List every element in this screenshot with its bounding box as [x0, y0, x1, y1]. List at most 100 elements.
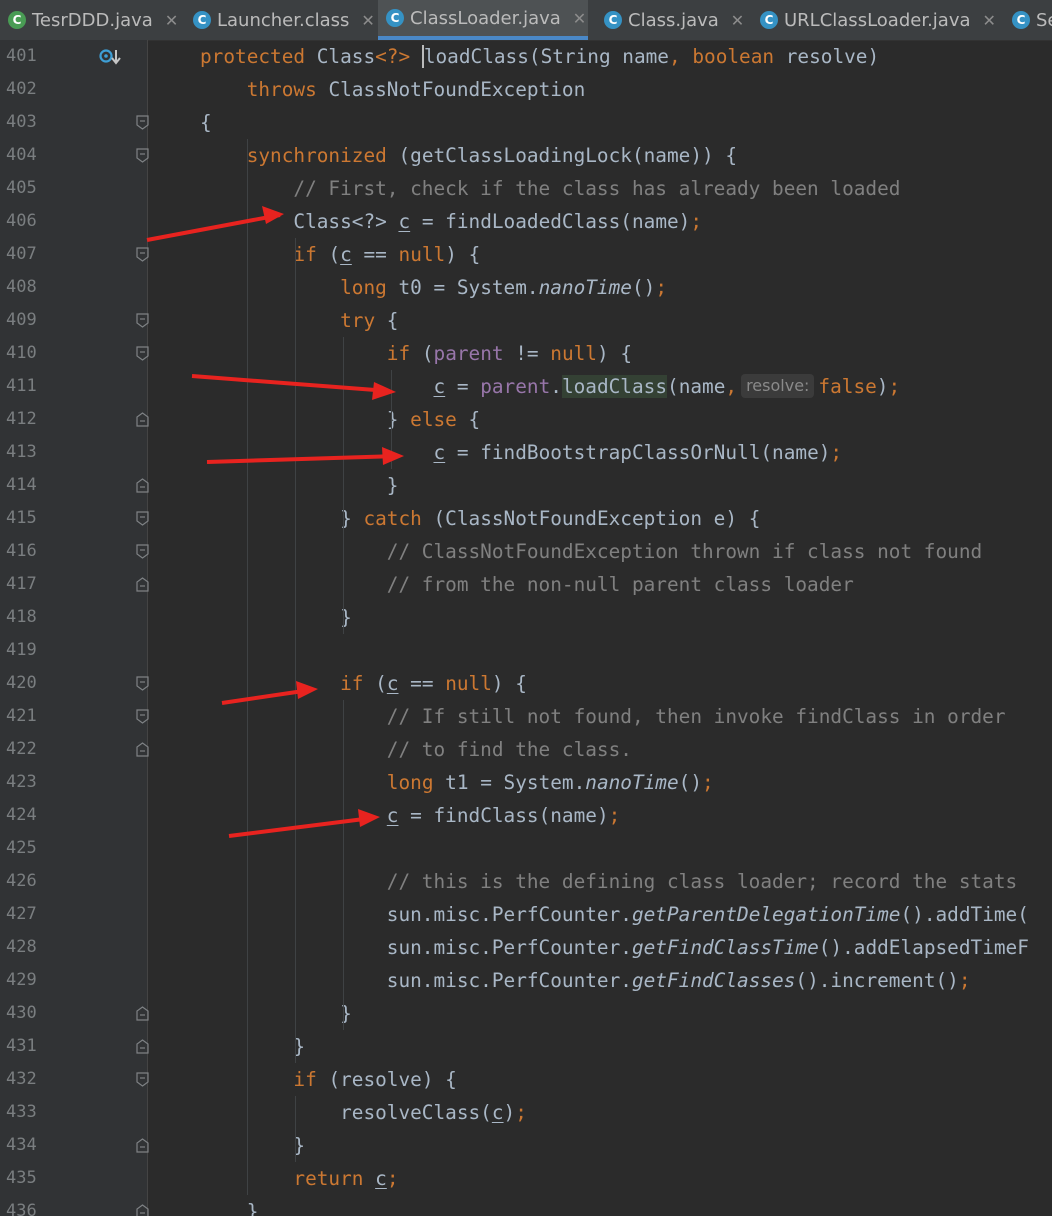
code-text: }	[200, 601, 352, 634]
fold-start-icon[interactable]	[136, 313, 149, 328]
code-line[interactable]: 434 }	[0, 1129, 1052, 1162]
line-number: 401	[6, 46, 37, 66]
keyword-token: <?>	[375, 45, 422, 68]
tab-1[interactable]: C Launcher.class ✕	[185, 0, 375, 40]
keyword-token: long	[340, 276, 399, 299]
code-token: (ClassNotFoundException e) {	[433, 507, 761, 530]
code-line[interactable]: 424 c = findClass(name);	[0, 799, 1052, 832]
fold-start-icon[interactable]	[136, 1072, 149, 1087]
code-token: }	[200, 1002, 352, 1025]
close-tab-icon[interactable]: ✕	[361, 11, 374, 30]
code-line[interactable]: 426 // this is the defining class loader…	[0, 865, 1052, 898]
code-line[interactable]: 428 sun.misc.PerfCounter.getFindClassTim…	[0, 931, 1052, 964]
code-token: (getClassLoadingLock(name)) {	[398, 144, 738, 167]
fold-end-icon[interactable]	[136, 1006, 149, 1021]
code-line[interactable]: 415 } catch (ClassNotFoundException e) {	[0, 502, 1052, 535]
code-token: ) {	[596, 342, 632, 365]
code-text: sun.misc.PerfCounter.getFindClassTime().…	[200, 931, 1029, 964]
code-line[interactable]: 412 } else {	[0, 403, 1052, 436]
fold-end-icon[interactable]	[136, 412, 149, 427]
line-number: 414	[6, 475, 37, 495]
code-line[interactable]: 403 {	[0, 106, 1052, 139]
override-method-icon[interactable]	[98, 46, 122, 68]
code-line[interactable]: 419	[0, 634, 1052, 667]
fold-start-icon[interactable]	[136, 544, 149, 559]
code-line[interactable]: 413 c = findBootstrapClassOrNull(name);	[0, 436, 1052, 469]
code-line[interactable]: 405 // First, check if the class has alr…	[0, 172, 1052, 205]
fold-end-icon[interactable]	[136, 1204, 149, 1216]
code-line[interactable]: 410 if (parent != null) {	[0, 337, 1052, 370]
keyword-token: ;	[386, 1167, 399, 1190]
tab-2[interactable]: C ClassLoader.java ✕	[378, 0, 588, 40]
code-token: (	[421, 342, 434, 365]
code-line[interactable]: 418 }	[0, 601, 1052, 634]
code-line[interactable]: 432 if (resolve) {	[0, 1063, 1052, 1096]
code-line[interactable]: 435 return c;	[0, 1162, 1052, 1195]
code-line[interactable]: 436 }	[0, 1195, 1052, 1216]
fold-start-icon[interactable]	[136, 247, 149, 262]
code-line[interactable]: 408 long t0 = System.nanoTime();	[0, 271, 1052, 304]
fold-end-icon[interactable]	[136, 1039, 149, 1054]
fold-end-icon[interactable]	[136, 478, 149, 493]
fold-start-icon[interactable]	[136, 115, 149, 130]
close-tab-icon[interactable]: ✕	[731, 11, 744, 30]
tab-0[interactable]: C TesrDDD.java ✕	[0, 0, 178, 40]
code-line[interactable]: 420 if (c == null) {	[0, 667, 1052, 700]
close-tab-icon[interactable]: ✕	[165, 11, 178, 30]
code-token: = findClass(name)	[398, 804, 609, 827]
code-line[interactable]: 423 long t1 = System.nanoTime();	[0, 766, 1052, 799]
indent-guide	[343, 337, 344, 634]
code-line[interactable]: 421 // If still not found, then invoke f…	[0, 700, 1052, 733]
line-number: 429	[6, 970, 37, 990]
close-tab-icon[interactable]: ✕	[573, 9, 586, 28]
keyword-token: null	[398, 243, 446, 266]
code-line[interactable]: 401 protected Class<?> loadClass(String n…	[0, 40, 1052, 73]
code-text: throws ClassNotFoundException	[200, 73, 586, 106]
tab-3[interactable]: C Class.java ✕	[596, 0, 744, 40]
keyword-token: false	[818, 375, 877, 398]
code-line[interactable]: 429 sun.misc.PerfCounter.getFindClasses(…	[0, 964, 1052, 997]
close-tab-icon[interactable]: ✕	[983, 11, 996, 30]
fold-end-icon[interactable]	[136, 1138, 149, 1153]
code-line[interactable]: 407 if (c == null) {	[0, 238, 1052, 271]
code-text: } else {	[200, 403, 480, 436]
code-line[interactable]: 431 }	[0, 1030, 1052, 1063]
code-line[interactable]: 433 resolveClass(c);	[0, 1096, 1052, 1129]
code-text: } catch (ClassNotFoundException e) {	[200, 502, 760, 535]
field-token: parent	[433, 342, 504, 365]
code-line[interactable]: 425	[0, 832, 1052, 865]
code-line[interactable]: 422 // to find the class.	[0, 733, 1052, 766]
fold-start-icon[interactable]	[136, 511, 149, 526]
fold-start-icon[interactable]	[136, 346, 149, 361]
code-line[interactable]: 427 sun.misc.PerfCounter.getParentDelega…	[0, 898, 1052, 931]
code-token: {	[200, 111, 212, 134]
tab-5[interactable]: C Se	[1004, 0, 1052, 40]
code-line[interactable]: 416 // ClassNotFoundException thrown if …	[0, 535, 1052, 568]
tab-label: URLClassLoader.java	[784, 9, 971, 31]
code-line[interactable]: 409 try {	[0, 304, 1052, 337]
line-number: 422	[6, 739, 37, 759]
fold-end-icon[interactable]	[136, 742, 149, 757]
fold-end-icon[interactable]	[136, 577, 149, 592]
keyword-token: try	[340, 309, 387, 332]
fold-start-icon[interactable]	[136, 709, 149, 724]
line-number: 418	[6, 607, 37, 627]
fold-start-icon[interactable]	[136, 148, 149, 163]
code-line[interactable]: 404 synchronized (getClassLoadingLock(na…	[0, 139, 1052, 172]
code-line[interactable]: 417 // from the non-null parent class lo…	[0, 568, 1052, 601]
fold-start-icon[interactable]	[136, 676, 149, 691]
line-number: 421	[6, 706, 37, 726]
class-file-icon: C	[386, 9, 404, 27]
tab-4[interactable]: C URLClassLoader.java ✕	[752, 0, 996, 40]
code-line[interactable]: 411 c = parent.loadClass(name, resolve: fa…	[0, 370, 1052, 403]
variable-token: c	[386, 804, 399, 827]
code-text: long t0 = System.nanoTime();	[200, 271, 667, 304]
code-line[interactable]: 430 }	[0, 997, 1052, 1030]
keyword-token: ;	[830, 441, 843, 464]
code-line[interactable]: 402 throws ClassNotFoundException	[0, 73, 1052, 106]
code-line[interactable]: 414 }	[0, 469, 1052, 502]
code-line[interactable]: 406 Class<?> c = findLoadedClass(name);	[0, 205, 1052, 238]
keyword-token: if	[293, 243, 329, 266]
